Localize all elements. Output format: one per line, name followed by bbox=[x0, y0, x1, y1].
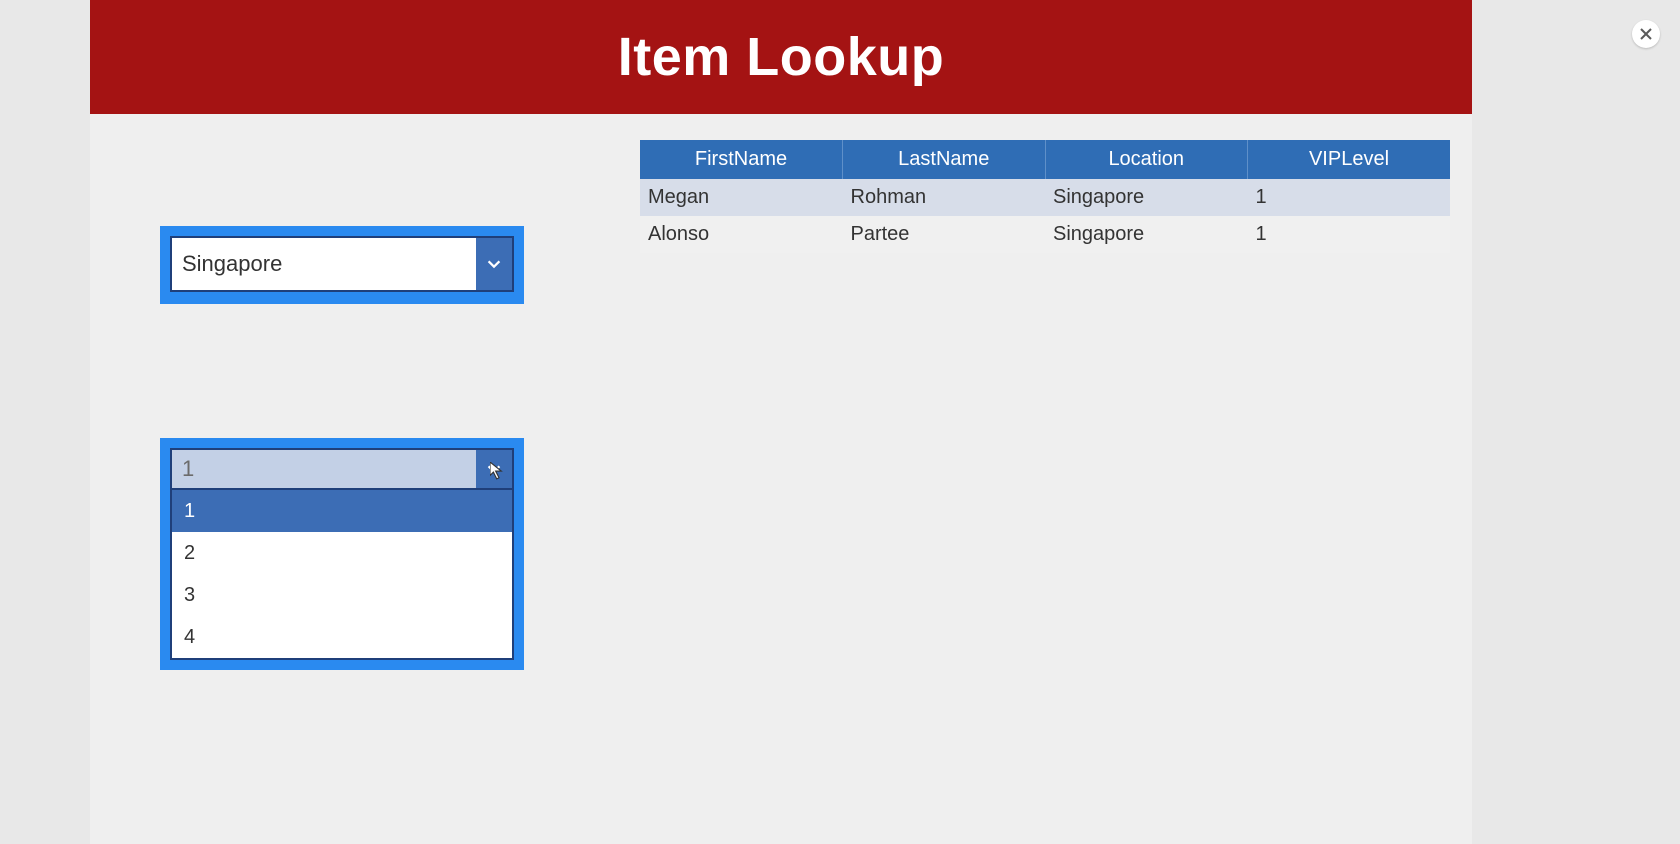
cell-firstname: Megan bbox=[640, 179, 843, 216]
chevron-down-icon[interactable] bbox=[476, 238, 512, 290]
col-viplevel: VIPLevel bbox=[1248, 140, 1451, 179]
close-icon bbox=[1639, 27, 1653, 41]
viplevel-option-2[interactable]: 2 bbox=[172, 532, 512, 574]
location-dropdown-value: Singapore bbox=[172, 238, 476, 290]
viplevel-dropdown-control[interactable]: 1 bbox=[170, 448, 514, 490]
cell-lastname: Rohman bbox=[843, 179, 1046, 216]
cell-location: Singapore bbox=[1045, 179, 1248, 216]
cell-viplevel: 1 bbox=[1248, 179, 1451, 216]
col-lastname: LastName bbox=[843, 140, 1046, 179]
app-canvas: Item Lookup Singapore 1 1 2 3 4 bbox=[90, 0, 1472, 844]
viplevel-dropdown-value: 1 bbox=[172, 450, 476, 488]
col-firstname: FirstName bbox=[640, 140, 843, 179]
table-header-row: FirstName LastName Location VIPLevel bbox=[640, 140, 1450, 179]
title-bar: Item Lookup bbox=[90, 0, 1472, 114]
cell-firstname: Alonso bbox=[640, 216, 843, 253]
close-button[interactable] bbox=[1632, 20, 1660, 48]
viplevel-dropdown[interactable]: 1 1 2 3 4 bbox=[160, 438, 524, 670]
table-row[interactable]: Megan Rohman Singapore 1 bbox=[640, 179, 1450, 216]
chevron-down-icon[interactable] bbox=[476, 450, 512, 488]
results-table: FirstName LastName Location VIPLevel Meg… bbox=[640, 140, 1450, 253]
viplevel-option-4[interactable]: 4 bbox=[172, 616, 512, 658]
col-location: Location bbox=[1045, 140, 1248, 179]
viplevel-option-1[interactable]: 1 bbox=[172, 490, 512, 532]
location-dropdown-control[interactable]: Singapore bbox=[170, 236, 514, 292]
table-row[interactable]: Alonso Partee Singapore 1 bbox=[640, 216, 1450, 253]
cell-viplevel: 1 bbox=[1248, 216, 1451, 253]
page-title: Item Lookup bbox=[618, 26, 945, 88]
viplevel-dropdown-list[interactable]: 1 2 3 4 bbox=[170, 490, 514, 660]
cell-location: Singapore bbox=[1045, 216, 1248, 253]
location-dropdown[interactable]: Singapore bbox=[160, 226, 524, 304]
cell-lastname: Partee bbox=[843, 216, 1046, 253]
viplevel-option-3[interactable]: 3 bbox=[172, 574, 512, 616]
